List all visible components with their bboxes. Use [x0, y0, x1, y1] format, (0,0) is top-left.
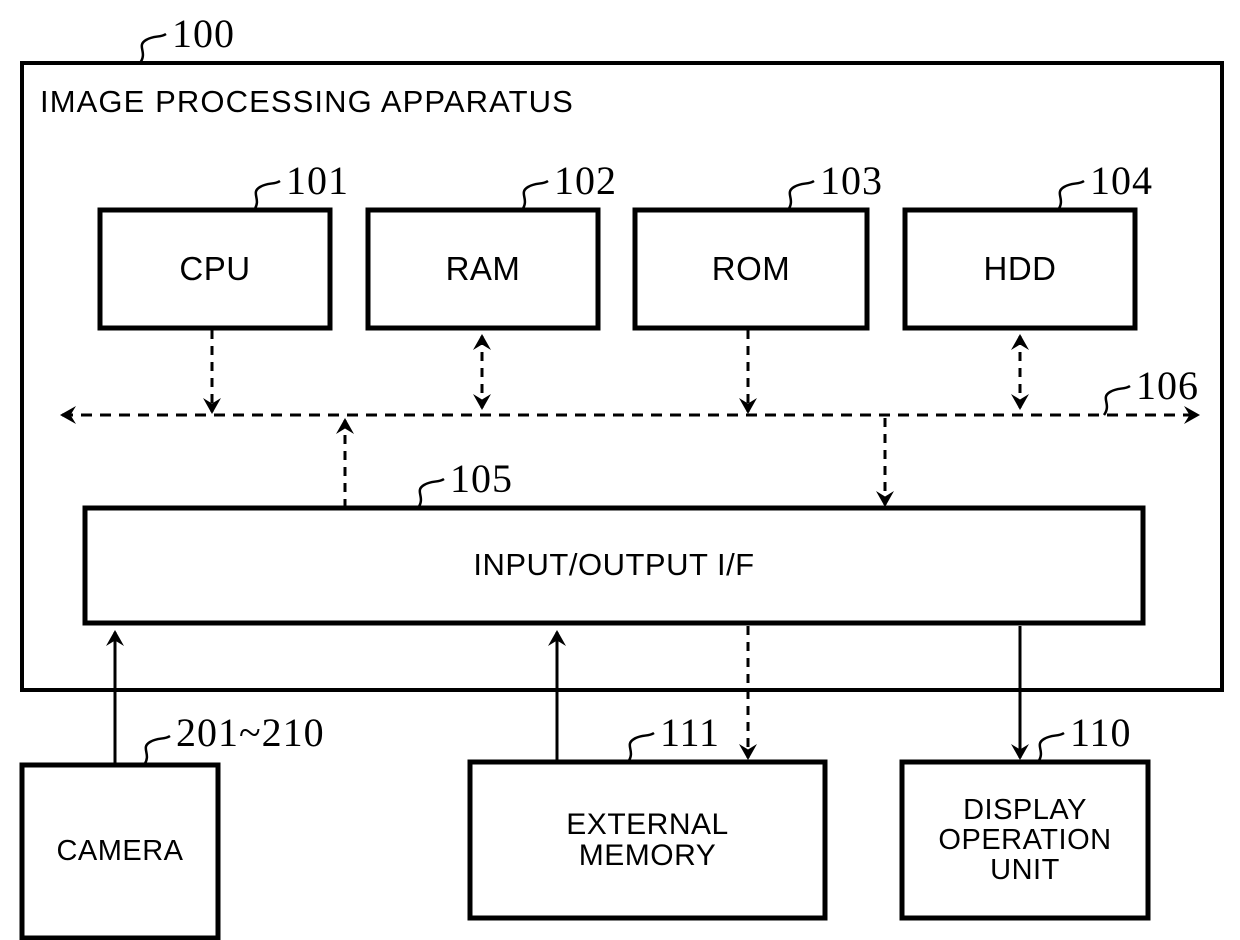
reference-numeral-103: 103 [820, 158, 883, 203]
external-memory-box [467, 759, 828, 921]
leader-line-110 [1036, 731, 1065, 763]
reference-numeral-201-210: 201~210 [176, 710, 325, 755]
leader-line-101 [252, 179, 281, 211]
reference-numeral-102: 102 [554, 158, 617, 203]
reference-numeral-111: 111 [660, 710, 721, 755]
reference-numeral-100: 100 [172, 11, 235, 56]
reference-numeral-106: 106 [1136, 363, 1199, 408]
cpu-box [97, 207, 333, 331]
camera-box [19, 762, 221, 940]
leader-line-201-210 [142, 734, 171, 766]
leader-line-106 [1102, 384, 1131, 416]
patent-block-diagram: IMAGE PROCESSING APPARATUS CPU RAM ROM H… [0, 0, 1240, 940]
input-output-if-box [82, 505, 1146, 626]
apparatus-title: IMAGE PROCESSING APPARATUS [40, 84, 574, 119]
reference-numeral-110: 110 [1070, 710, 1132, 755]
reference-numeral-105: 105 [450, 456, 513, 501]
hdd-box [902, 207, 1138, 331]
reference-numeral-101: 101 [286, 158, 349, 203]
leader-line-102 [520, 179, 549, 211]
leader-line-104 [1056, 179, 1085, 211]
leader-line-111 [626, 731, 655, 763]
diagram-canvas [19, 32, 1224, 940]
leader-line-105 [416, 477, 445, 509]
ram-box [365, 207, 601, 331]
leader-line-100 [138, 32, 167, 64]
display-operation-unit-box [899, 759, 1151, 921]
leader-line-103 [786, 179, 815, 211]
rom-box [632, 207, 870, 331]
reference-numeral-104: 104 [1090, 158, 1153, 203]
